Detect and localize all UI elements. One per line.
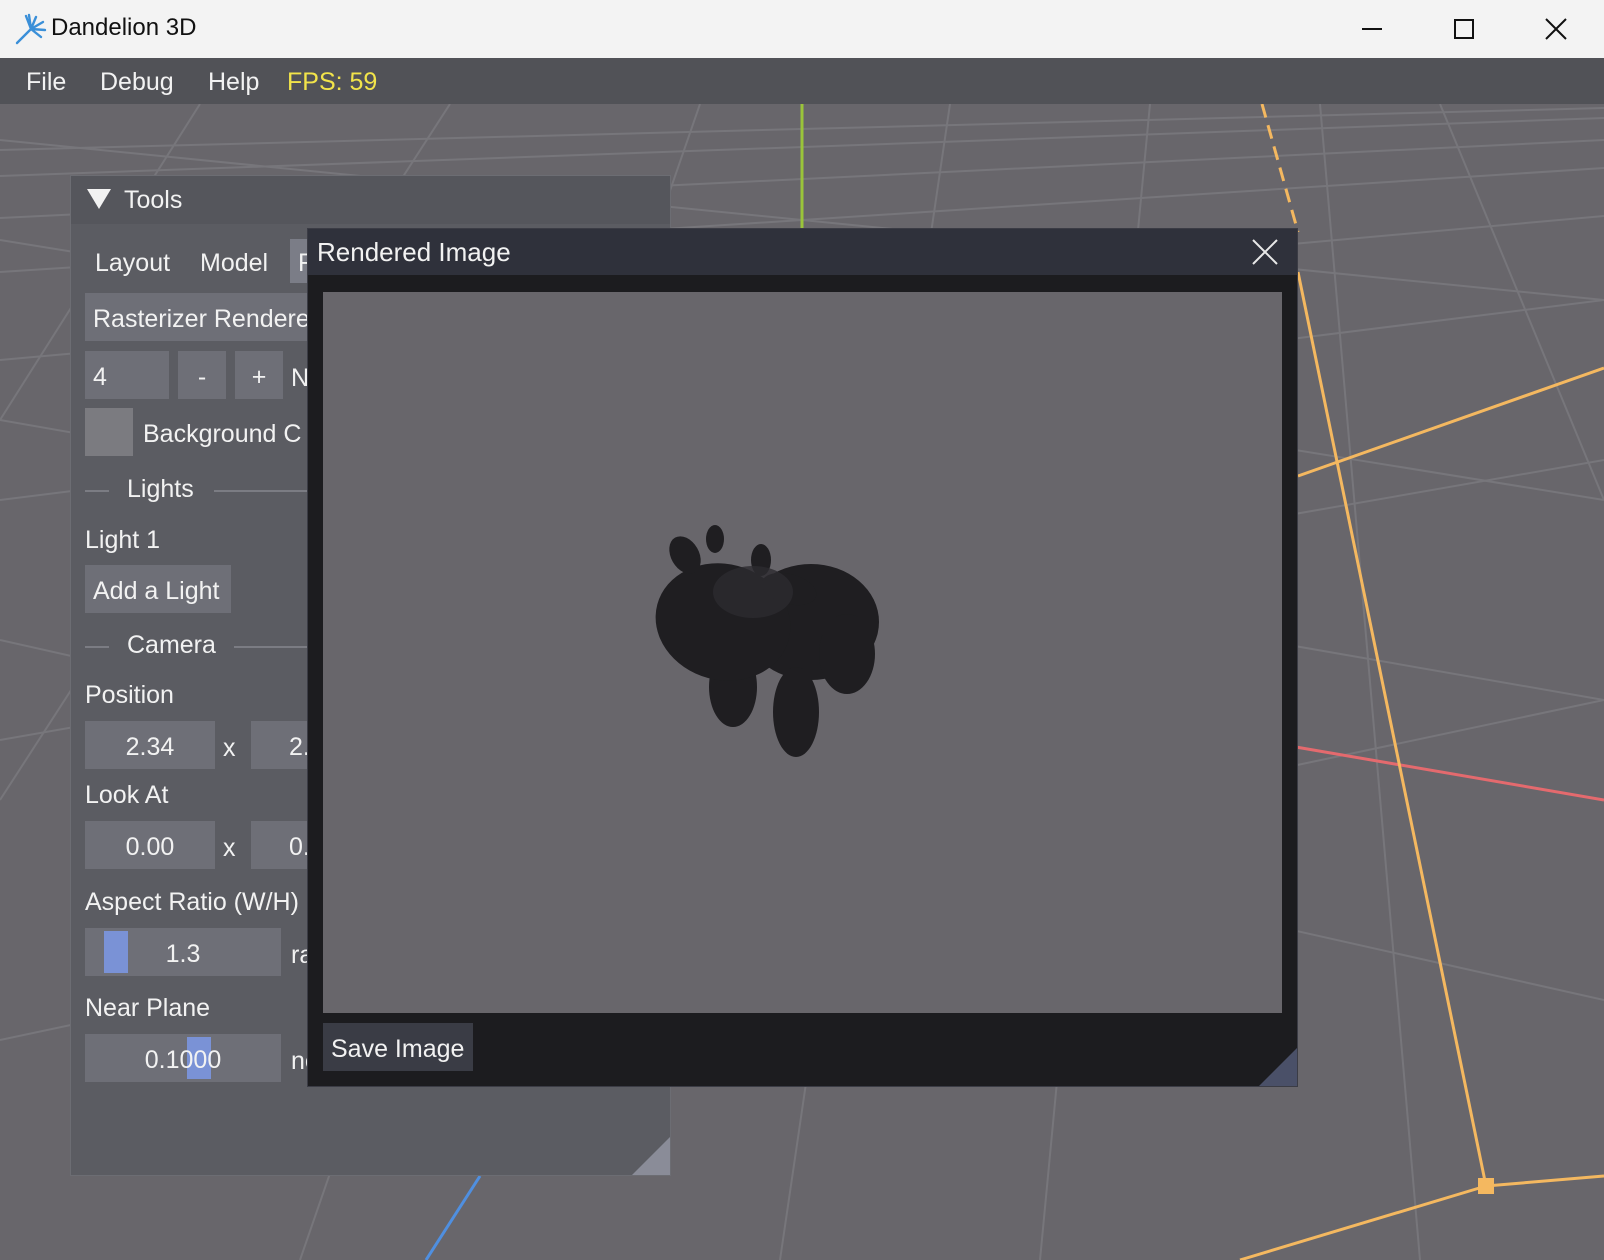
aspect-ratio-value: 1.3 (165, 940, 201, 968)
close-button[interactable] (1510, 0, 1602, 58)
menu-debug[interactable]: Debug (100, 68, 174, 97)
close-icon (1545, 18, 1567, 40)
rendered-cow-model (655, 525, 879, 757)
position-x-suffix: x (223, 734, 236, 762)
cow-head (655, 563, 791, 681)
lights-separator-left (85, 490, 109, 492)
title-bar: Dandelion 3D (0, 0, 1604, 58)
near-plane-slider[interactable]: 0.1000 (85, 1034, 281, 1082)
save-image-button[interactable]: Save Image (323, 1023, 473, 1071)
x-axis-line (1289, 744, 1604, 802)
samples-increment-button[interactable]: + (235, 351, 283, 399)
z-axis-line (424, 1175, 482, 1260)
aspect-ratio-label: Aspect Ratio (W/H) (85, 888, 299, 916)
cow-highlight (713, 566, 793, 618)
rendered-image (323, 292, 1282, 1013)
cow-back-leg (773, 667, 819, 757)
look-at-label: Look At (85, 781, 169, 809)
light-1-item[interactable]: Light 1 (85, 526, 160, 555)
camera-section-title: Camera (127, 631, 216, 659)
dialog-close-icon[interactable] (1248, 235, 1282, 269)
camera-separator-left (85, 646, 109, 648)
camera-handle[interactable] (1478, 1178, 1494, 1194)
camera-separator-right (234, 646, 314, 648)
tools-panel-header[interactable]: Tools (71, 176, 670, 224)
renderer-select[interactable]: Rasterizer Rendere (85, 293, 315, 341)
samples-plus-label: + (251, 363, 267, 391)
position-y-input[interactable]: 2. (251, 721, 315, 769)
look-at-x-value: 0.00 (125, 833, 175, 861)
cow-left-horn (706, 525, 724, 553)
samples-input[interactable]: 4 (85, 351, 169, 399)
tools-panel-title: Tools (124, 186, 183, 214)
background-color-swatch[interactable] (85, 408, 133, 456)
menu-bar: File Debug Help FPS: 59 (0, 58, 1604, 104)
look-at-y-input[interactable]: 0. (251, 821, 315, 869)
maximize-icon (1454, 19, 1474, 39)
lights-section-title: Lights (127, 475, 194, 503)
near-plane-value: 0.1000 (144, 1046, 222, 1074)
add-light-button[interactable]: Add a Light (85, 565, 231, 613)
look-at-x-input[interactable]: 0.00 (85, 821, 215, 869)
position-x-input[interactable]: 2.34 (85, 721, 215, 769)
cow-rear-leg (819, 614, 875, 694)
rendered-image-dialog-title: Rendered Image (317, 237, 511, 267)
menu-help[interactable]: Help (208, 68, 259, 97)
window-title: Dandelion 3D (51, 14, 197, 41)
fps-counter: FPS: 59 (287, 68, 378, 96)
samples-value: 4 (93, 363, 107, 391)
maximize-button[interactable] (1418, 0, 1510, 58)
rendered-image-dialog: Rendered Image Save Image (307, 228, 1298, 1087)
tab-layout[interactable]: Layout (95, 249, 170, 278)
tab-model[interactable]: Model (200, 249, 268, 278)
collapse-triangle-icon[interactable] (87, 189, 111, 209)
save-image-label: Save Image (331, 1035, 465, 1063)
add-light-label: Add a Light (93, 577, 220, 605)
samples-decrement-button[interactable]: - (178, 351, 226, 399)
dandelion-logo-icon (15, 13, 47, 45)
aspect-ratio-slider[interactable]: 1.3 (85, 928, 281, 976)
minimize-button[interactable] (1326, 0, 1418, 58)
lights-separator-right (214, 490, 314, 492)
background-color-label: Background C (143, 420, 302, 448)
minimize-icon (1362, 28, 1382, 30)
menu-file[interactable]: File (26, 68, 66, 97)
app-window: Dandelion 3D File Debug Help FPS: 59 Too… (0, 0, 1604, 1260)
position-x-value: 2.34 (125, 733, 175, 761)
dialog-resize-grip[interactable] (1259, 1048, 1297, 1086)
tools-panel-resize-grip[interactable] (632, 1137, 670, 1175)
look-at-x-suffix: x (223, 834, 236, 862)
near-plane-label: Near Plane (85, 994, 211, 1022)
rendered-image-dialog-header[interactable]: Rendered Image (308, 229, 1297, 275)
renderer-select-value: Rasterizer Rendere (93, 305, 310, 333)
position-label: Position (85, 681, 174, 709)
samples-minus-label: - (197, 363, 207, 391)
